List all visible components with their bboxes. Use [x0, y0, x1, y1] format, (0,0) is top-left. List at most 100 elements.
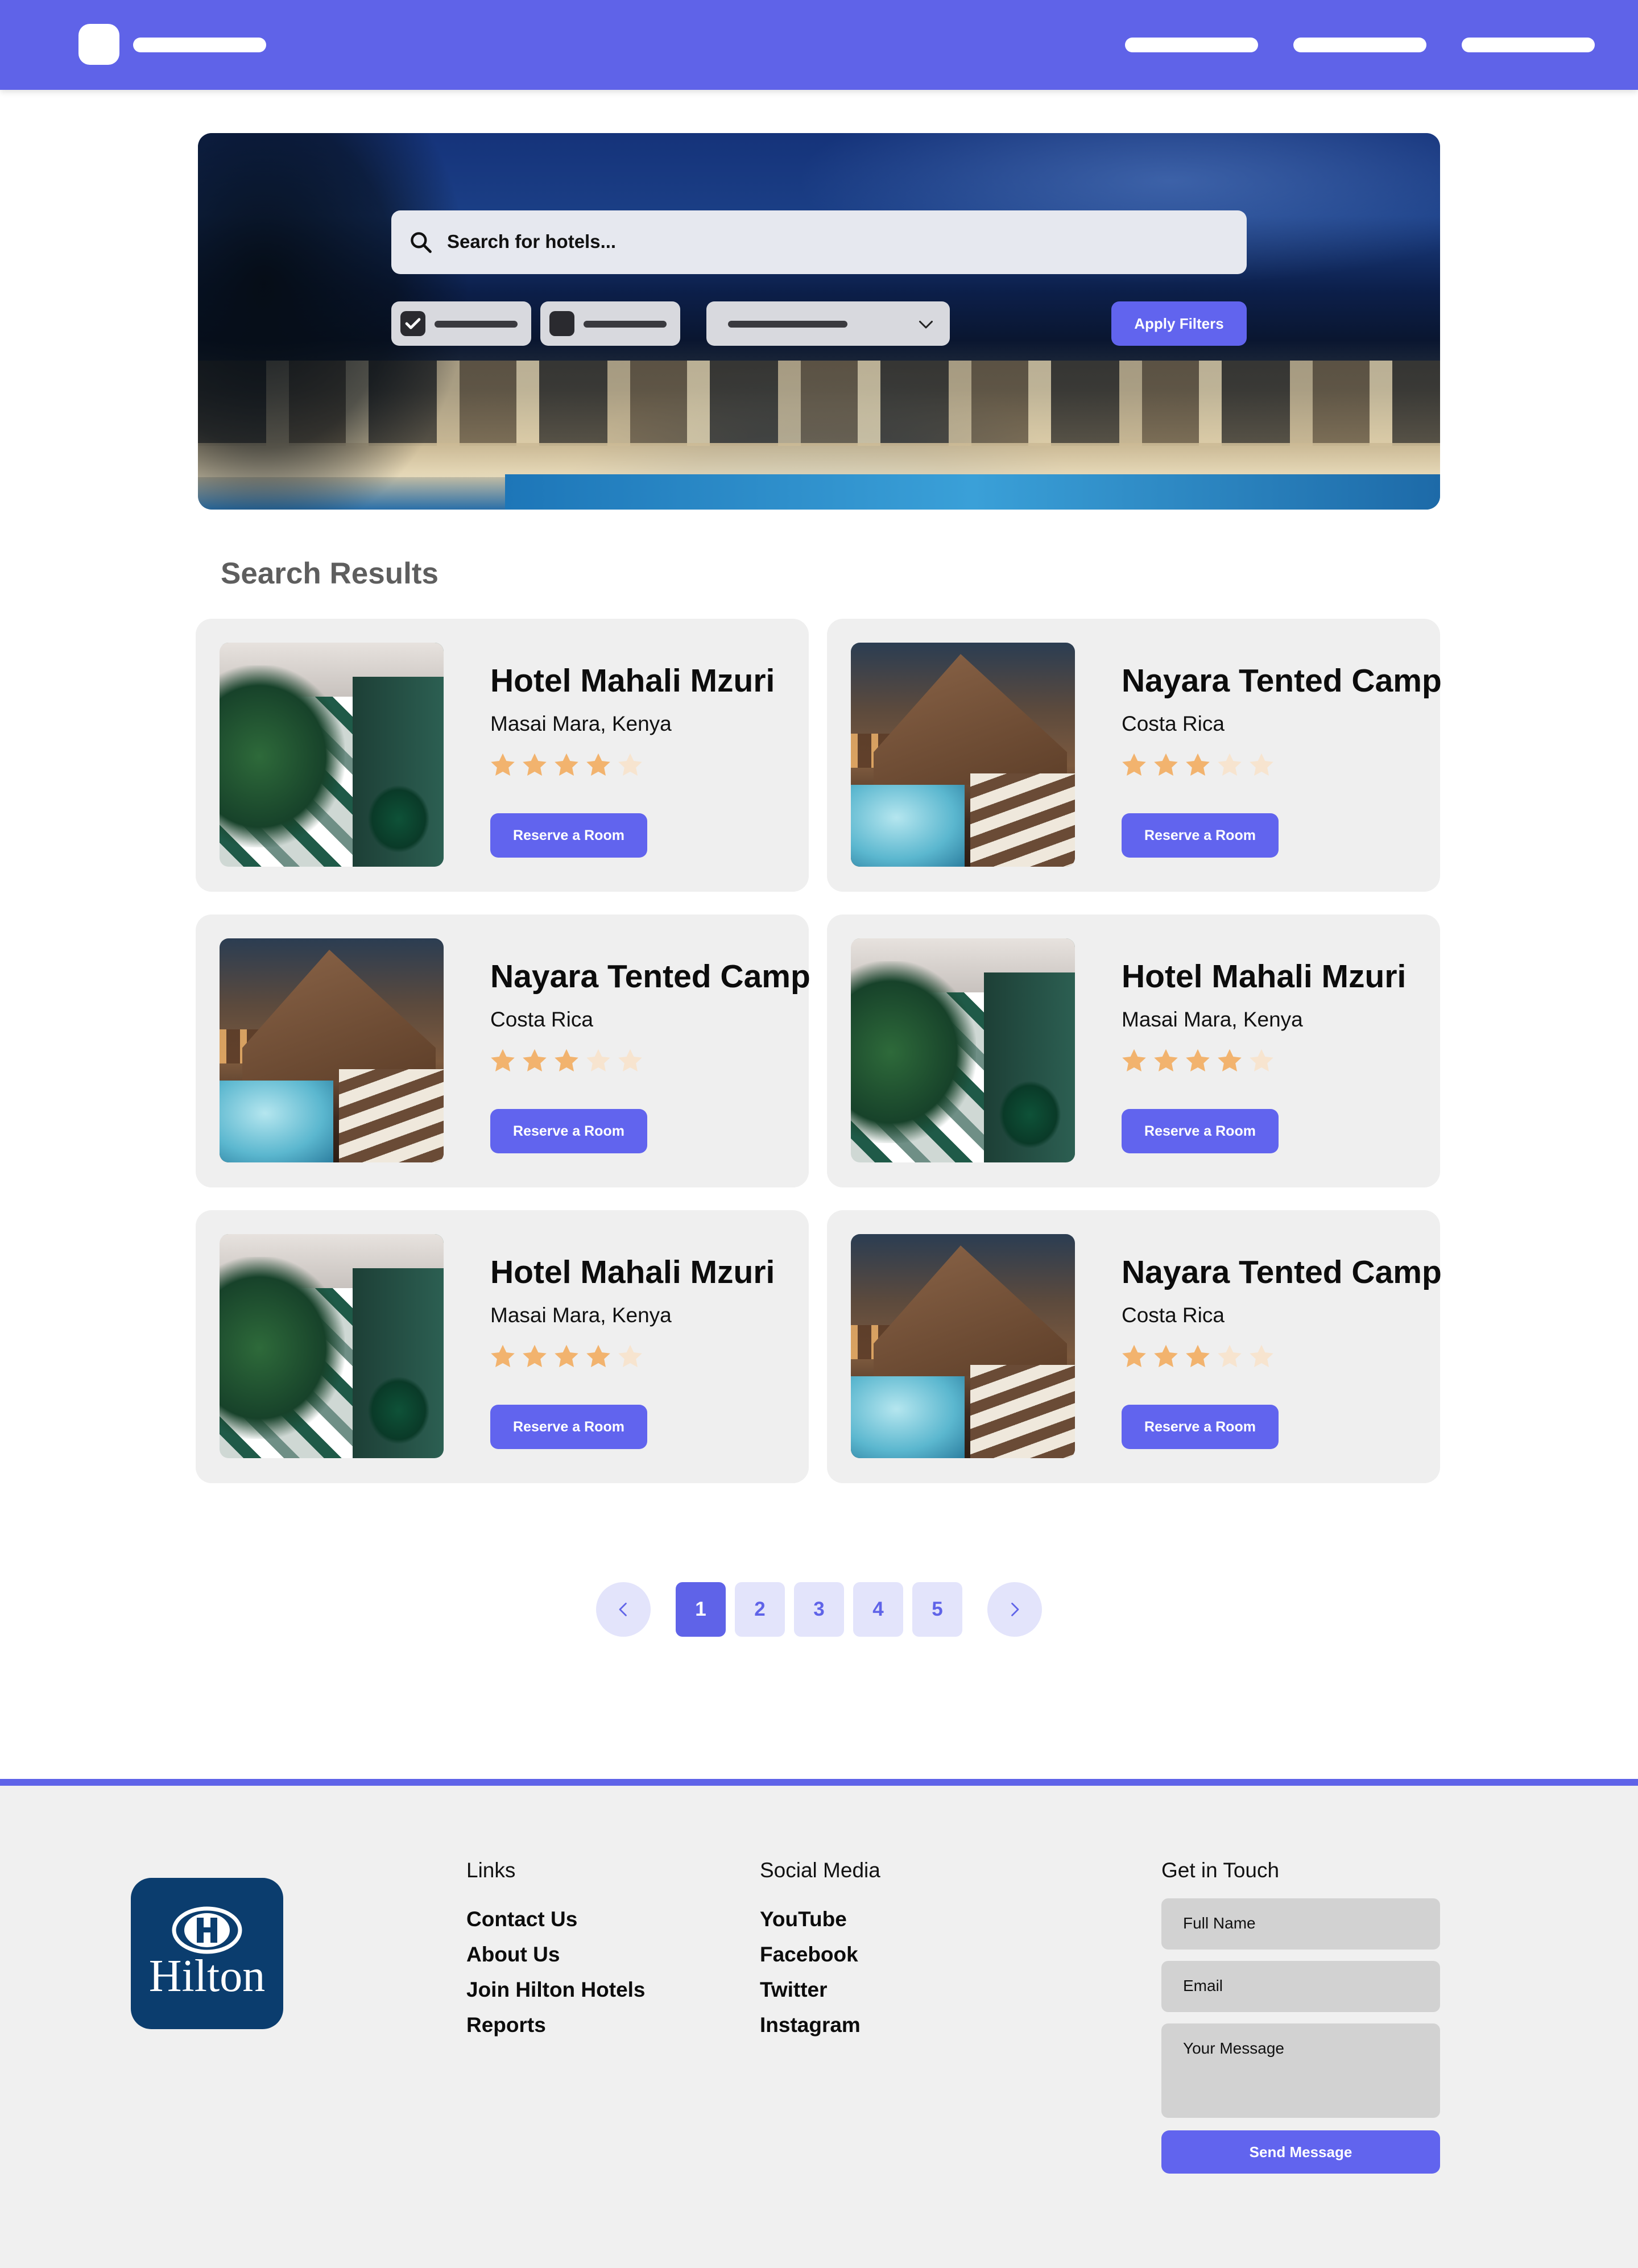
hilton-emblem-icon — [172, 1906, 242, 1954]
star-filled-icon — [1154, 1344, 1178, 1367]
star-empty-icon — [1250, 753, 1273, 776]
search-placeholder: Search for hotels... — [447, 231, 617, 252]
reserve-room-button[interactable]: Reserve a Room — [490, 813, 647, 858]
get-in-touch-heading: Get in Touch — [1161, 1859, 1280, 1882]
search-input[interactable]: Search for hotels... — [391, 210, 1247, 274]
hotel-name[interactable]: Hotel Mahali Mzuri — [490, 1253, 775, 1291]
courtyard-pool-image[interactable] — [220, 643, 444, 867]
filter-checkbox-unchecked[interactable] — [540, 301, 680, 346]
lodge-pool-image[interactable] — [851, 1234, 1075, 1458]
star-empty-icon — [618, 753, 642, 776]
checkbox-icon — [549, 311, 574, 336]
star-rating — [1119, 1342, 1276, 1372]
pool-image — [505, 474, 1440, 510]
hotel-card: Nayara Tented Camp Costa Rica Reserve a Ro… — [827, 619, 1442, 892]
hotel-card: Hotel Mahali Mzuri Masai Mara, Kenya Reser… — [196, 1210, 809, 1483]
message-field[interactable]: Your Message — [1161, 2023, 1440, 2118]
courtyard-pool-image[interactable] — [220, 1234, 444, 1458]
next-page-button[interactable] — [987, 1582, 1042, 1637]
send-message-button[interactable]: Send Message — [1161, 2130, 1440, 2174]
star-filled-icon — [586, 1344, 610, 1367]
star-filled-icon — [1122, 1344, 1146, 1367]
hero-banner: Search for hotels... Apply Filters — [198, 133, 1440, 510]
hotel-name[interactable]: Hotel Mahali Mzuri — [1122, 958, 1406, 995]
star-rating — [488, 1342, 645, 1372]
hilton-logo-text: Hilton — [148, 1951, 266, 2001]
filter-dropdown[interactable] — [706, 301, 950, 346]
apply-filters-button[interactable]: Apply Filters — [1111, 301, 1247, 346]
star-empty-icon — [1250, 1049, 1273, 1071]
chevron-right-icon — [1011, 1603, 1019, 1616]
filter-checkbox-checked[interactable] — [391, 301, 531, 346]
star-filled-icon — [555, 1344, 578, 1367]
star-rating — [488, 1046, 645, 1076]
star-filled-icon — [1122, 1049, 1146, 1071]
prev-page-button[interactable] — [596, 1582, 651, 1637]
star-empty-icon — [1250, 1344, 1273, 1367]
star-filled-icon — [1154, 753, 1178, 776]
page-4-button[interactable]: 4 — [853, 1582, 903, 1637]
hotel-location: Costa Rica — [490, 1008, 593, 1031]
nav-link-2[interactable] — [1293, 38, 1426, 52]
lodge-pool-image[interactable] — [220, 938, 444, 1162]
star-filled-icon — [586, 753, 610, 776]
star-empty-icon — [618, 1344, 642, 1367]
star-filled-icon — [1218, 1049, 1242, 1071]
hotel-name[interactable]: Nayara Tented Camp — [490, 958, 810, 995]
star-filled-icon — [1186, 1344, 1210, 1367]
social-link-facebook[interactable]: Facebook — [760, 1943, 858, 1967]
courtyard-pool-image[interactable] — [851, 938, 1075, 1162]
star-filled-icon — [555, 753, 578, 776]
hotel-card: Hotel Mahali Mzuri Masai Mara, Kenya Reser… — [196, 619, 809, 892]
star-filled-icon — [1186, 1049, 1210, 1071]
page-5-button[interactable]: 5 — [912, 1582, 962, 1637]
brand-name-placeholder — [133, 38, 266, 52]
social-link-youtube[interactable]: YouTube — [760, 1907, 847, 1931]
full-name-field[interactable]: Full Name — [1161, 1898, 1440, 1950]
star-rating — [1119, 1046, 1276, 1076]
star-filled-icon — [491, 753, 515, 776]
page-1-button[interactable]: 1 — [676, 1582, 726, 1637]
lodge-pool-image[interactable] — [851, 643, 1075, 867]
hotel-name[interactable]: Nayara Tented Camp — [1122, 1253, 1442, 1291]
hotel-location: Costa Rica — [1122, 712, 1225, 735]
hotel-name[interactable]: Hotel Mahali Mzuri — [490, 662, 775, 700]
hilton-logo[interactable]: Hilton — [131, 1878, 283, 2029]
footer-divider — [0, 1779, 1638, 1786]
footer-link-join-hilton[interactable]: Join Hilton Hotels — [466, 1978, 646, 2002]
reserve-room-button[interactable]: Reserve a Room — [1122, 813, 1279, 858]
chevron-left-icon — [619, 1603, 627, 1616]
email-field[interactable]: Email — [1161, 1961, 1440, 2012]
hotel-card: Hotel Mahali Mzuri Masai Mara, Kenya Reser… — [827, 914, 1440, 1187]
star-filled-icon — [523, 1344, 547, 1367]
footer-link-about-us[interactable]: About Us — [466, 1943, 560, 1967]
star-filled-icon — [1186, 753, 1210, 776]
checkbox-checked-icon — [400, 311, 425, 336]
hotel-name[interactable]: Nayara Tented Camp — [1122, 662, 1442, 700]
reserve-room-button[interactable]: Reserve a Room — [1122, 1109, 1279, 1153]
social-link-instagram[interactable]: Instagram — [760, 2013, 861, 2037]
social-media-heading: Social Media — [760, 1859, 880, 1882]
reserve-room-button[interactable]: Reserve a Room — [490, 1109, 647, 1153]
hotel-card: Nayara Tented Camp Costa Rica Reserve a Ro… — [827, 1210, 1442, 1483]
nav-link-1[interactable] — [1125, 38, 1258, 52]
star-empty-icon — [586, 1049, 610, 1071]
app-logo[interactable] — [78, 24, 119, 65]
search-results-title: Search Results — [221, 557, 439, 590]
footer-link-reports[interactable]: Reports — [466, 2013, 546, 2037]
page-3-button[interactable]: 3 — [794, 1582, 844, 1637]
star-rating — [1119, 751, 1276, 780]
reserve-room-button[interactable]: Reserve a Room — [1122, 1405, 1279, 1449]
hotel-location: Masai Mara, Kenya — [490, 712, 672, 735]
page-2-button[interactable]: 2 — [735, 1582, 785, 1637]
reserve-room-button[interactable]: Reserve a Room — [490, 1405, 647, 1449]
chevron-down-icon — [919, 321, 933, 329]
star-filled-icon — [523, 1049, 547, 1071]
star-filled-icon — [1154, 1049, 1178, 1071]
social-link-twitter[interactable]: Twitter — [760, 1978, 828, 2002]
star-filled-icon — [491, 1344, 515, 1367]
nav-link-3[interactable] — [1462, 38, 1595, 52]
star-filled-icon — [523, 753, 547, 776]
footer-link-contact-us[interactable]: Contact Us — [466, 1907, 577, 1931]
search-icon — [411, 232, 432, 253]
